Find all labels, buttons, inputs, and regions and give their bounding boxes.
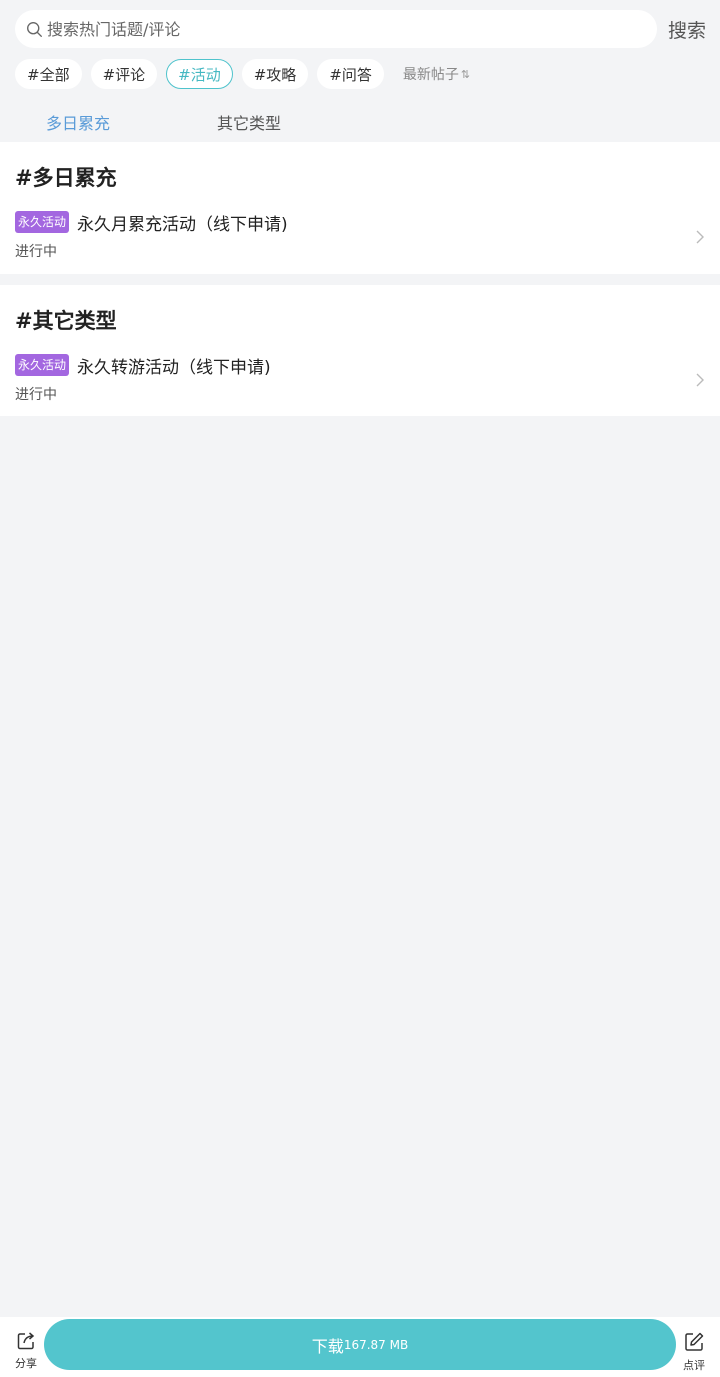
activity-status: 进行中 [15, 387, 57, 403]
tag-qa[interactable]: #问答 [317, 59, 384, 89]
tag-activity[interactable]: #活动 [166, 59, 233, 89]
download-button[interactable]: 下载 167.87 MB [44, 1319, 676, 1370]
search-input[interactable] [47, 10, 647, 48]
download-label: 下载 [311, 1336, 344, 1356]
activity-title: 永久转游活动（线下申请) [77, 358, 271, 378]
chevron-right-icon [696, 230, 704, 244]
sort-dropdown[interactable]: 最新帖子 ⇅ [403, 64, 470, 84]
section-title: #其它类型 [15, 309, 117, 333]
search-box[interactable] [15, 10, 657, 48]
share-label: 分享 [15, 1357, 37, 1370]
section-title: #多日累充 [15, 166, 117, 190]
sort-label: 最新帖子 [402, 67, 459, 83]
search-bar: 搜索 [0, 0, 720, 56]
activity-item[interactable]: 永久活动 永久月累充活动（线下申请) 进行中 [15, 211, 705, 267]
bottom-action-bar: 分享 下载 167.87 MB 点评 [0, 1317, 720, 1377]
review-button[interactable]: 点评 [678, 1331, 710, 1373]
review-label: 点评 [683, 1359, 705, 1372]
edit-icon [685, 1332, 704, 1351]
activity-status: 进行中 [15, 244, 57, 260]
tag-review[interactable]: #评论 [90, 59, 158, 89]
activity-title: 永久月累充活动（线下申请) [77, 215, 288, 235]
tab-other-types[interactable]: 其它类型 [217, 110, 281, 134]
share-button[interactable]: 分享 [10, 1331, 42, 1371]
download-size: 167.87 MB [343, 1337, 409, 1352]
section-multi-day-recharge: #多日累充 永久活动 永久月累充活动（线下申请) 进行中 [0, 142, 720, 274]
chevron-right-icon [696, 373, 704, 387]
search-icon [27, 22, 42, 37]
tab-multi-day-recharge[interactable]: 多日累充 [46, 110, 110, 134]
tag-filter-bar: #全部 #评论 #活动 #攻略 #问答 最新帖子 ⇅ [15, 59, 470, 89]
search-button[interactable]: 搜索 [668, 16, 706, 43]
activity-badge: 永久活动 [15, 354, 70, 376]
activity-item[interactable]: 永久活动 永久转游活动（线下申请) 进行中 [15, 354, 705, 410]
section-other-types: #其它类型 永久活动 永久转游活动（线下申请) 进行中 [0, 285, 720, 416]
tag-all[interactable]: #全部 [15, 59, 82, 89]
sort-arrows-icon: ⇅ [460, 67, 471, 81]
share-icon [17, 1332, 35, 1350]
tag-guide[interactable]: #攻略 [241, 59, 309, 89]
category-tabs: 多日累充 其它类型 [0, 104, 720, 138]
activity-badge: 永久活动 [15, 211, 70, 233]
